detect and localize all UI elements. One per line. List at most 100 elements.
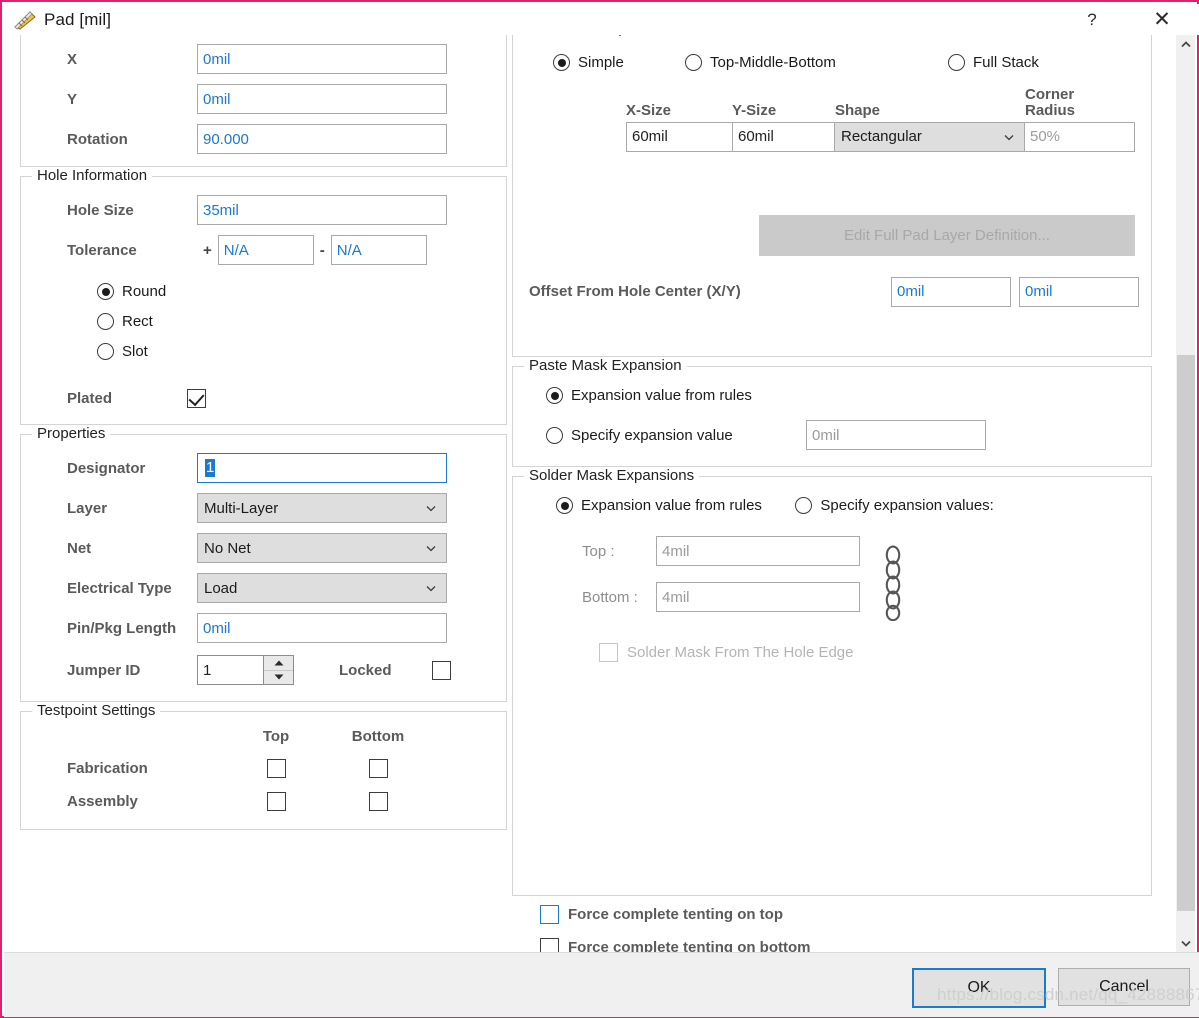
dialog-scroll-content: Location X Y Rotation	[4, 35, 1181, 952]
offset-y-input[interactable]	[1019, 276, 1139, 307]
force-tenting-bottom-row[interactable]: Force complete tenting on bottom	[540, 938, 1152, 952]
solder-bottom-input[interactable]	[656, 582, 860, 612]
spin-up-icon[interactable]	[264, 656, 293, 671]
scroll-up-arrow-icon[interactable]	[1177, 35, 1195, 53]
layer-label: Layer	[67, 499, 108, 517]
locked-checkbox[interactable]	[431, 660, 451, 680]
hole-information-group: Hole Information Hole Size Tolerance + -	[20, 167, 507, 425]
paste-expansion-value-input[interactable]	[806, 420, 986, 450]
dialog-footer: OK Cancel	[4, 952, 1199, 1017]
cancel-button[interactable]: Cancel	[1058, 968, 1190, 1006]
hole-size-label: Hole Size	[67, 201, 134, 219]
rotation-input[interactable]	[197, 124, 447, 154]
plated-label: Plated	[67, 390, 113, 407]
size-mode-top-middle-bottom[interactable]: Top-Middle-Bottom	[685, 54, 948, 71]
shape-value: Rectangular	[841, 128, 922, 145]
force-tenting-top-row[interactable]: Force complete tenting on top	[540, 905, 1152, 924]
jumper-id-row: Jumper ID 1 Locked	[35, 655, 492, 685]
properties-group-label: Properties	[32, 425, 111, 442]
y-input[interactable]	[197, 84, 447, 114]
designator-row: Designator 1	[35, 453, 492, 483]
testpoint-fabrication-row: Fabrication	[35, 759, 492, 778]
solder-bottom-label: Bottom :	[582, 588, 638, 606]
spin-down-icon[interactable]	[264, 670, 293, 684]
paste-specify-expansion-value[interactable]: Specify expansion value	[546, 426, 806, 444]
hole-shape-rect-label: Rect	[122, 313, 153, 330]
plated-checkbox[interactable]	[187, 389, 206, 408]
solder-mask-from-hole-edge-label: Solder Mask From The Hole Edge	[627, 644, 854, 661]
hole-shape-round-label: Round	[122, 283, 167, 300]
tolerance-plus-input[interactable]	[217, 235, 314, 265]
ok-button[interactable]: OK	[912, 968, 1046, 1008]
paste-mask-expansion-group-label: Paste Mask Expansion	[524, 357, 687, 374]
paste-mask-expansion-group: Paste Mask Expansion Expansion value fro…	[512, 357, 1152, 467]
help-button[interactable]: ?	[1069, 4, 1115, 35]
offset-from-hole-center-label: Offset From Hole Center (X/Y)	[529, 283, 741, 300]
corner-radius-input[interactable]	[1025, 121, 1135, 152]
testpoint-assembly-top-checkbox[interactable]	[266, 792, 286, 811]
location-rotation-row: Rotation	[35, 124, 492, 154]
scrollbar-thumb[interactable]	[1177, 355, 1195, 911]
solder-specify-expansion-values[interactable]: Specify expansion values:	[766, 497, 994, 514]
scroll-down-arrow-icon[interactable]	[1177, 934, 1195, 952]
layer-dropdown[interactable]: Multi-Layer	[197, 493, 447, 523]
solder-top-input[interactable]	[656, 536, 860, 566]
radio-dot-solder-from-rules	[556, 497, 573, 514]
tolerance-label: Tolerance	[67, 241, 137, 259]
hole-shape-rect[interactable]: Rect	[97, 313, 153, 330]
hole-shape-slot[interactable]: Slot	[97, 343, 148, 360]
x-input[interactable]	[197, 44, 447, 74]
jumper-id-spin-buttons	[263, 656, 293, 684]
testpoint-assembly-bottom-checkbox[interactable]	[368, 792, 388, 811]
net-value: No Net	[204, 539, 251, 557]
tolerance-minus-input[interactable]	[330, 235, 427, 265]
shape-dropdown[interactable]: Rectangular	[835, 121, 1025, 152]
electrical-type-dropdown[interactable]: Load	[197, 573, 447, 603]
designator-input[interactable]	[197, 453, 447, 483]
close-button[interactable]: ✕	[1139, 4, 1185, 35]
force-tenting-top-checkbox[interactable]	[540, 905, 559, 924]
edit-full-pad-layer-definition-button[interactable]: Edit Full Pad Layer Definition...	[759, 214, 1135, 256]
tolerance-minus-sign: -	[319, 241, 325, 259]
offset-from-hole-center-row: Offset From Hole Center (X/Y)	[529, 276, 1139, 307]
solder-expansion-from-rules[interactable]: Expansion value from rules	[527, 497, 762, 514]
pin-pkg-length-input[interactable]	[197, 613, 447, 643]
solder-mask-from-hole-edge-row[interactable]: Solder Mask From The Hole Edge	[527, 643, 1137, 662]
chain-link-icon[interactable]	[880, 545, 906, 622]
radio-dot-paste-specify	[546, 426, 563, 444]
title-bar: Pad [mil] ? ✕	[4, 4, 1199, 35]
solder-expansion-from-rules-label: Expansion value from rules	[581, 497, 762, 514]
hole-shape-round[interactable]: Round	[97, 283, 166, 300]
jumper-id-stepper[interactable]: 1	[197, 655, 294, 685]
radio-dot-rect	[97, 313, 114, 330]
testpoint-assembly-top-cell	[225, 792, 327, 811]
testpoint-fabrication-top-checkbox[interactable]	[266, 759, 286, 778]
force-tenting-bottom-checkbox[interactable]	[540, 938, 559, 952]
radio-dot-slot	[97, 343, 114, 360]
size-mode-full-stack[interactable]: Full Stack	[948, 54, 1039, 71]
ruler-icon	[14, 10, 36, 30]
tolerance-plus-sign: +	[203, 241, 212, 259]
size-table-row: Rectangular	[626, 121, 1137, 152]
left-column: Location X Y Rotation	[20, 35, 507, 839]
pin-pkg-length-label: Pin/Pkg Length	[67, 619, 177, 637]
testpoint-fabrication-bottom-checkbox[interactable]	[368, 759, 388, 778]
paste-specify-expansion-value-label: Specify expansion value	[571, 426, 733, 444]
hole-size-input[interactable]	[197, 195, 447, 225]
vertical-scrollbar[interactable]	[1176, 35, 1195, 952]
y-size-input[interactable]	[732, 121, 835, 152]
net-dropdown[interactable]: No Net	[197, 533, 447, 563]
size-mode-full-stack-label: Full Stack	[973, 54, 1039, 71]
paste-expansion-from-rules[interactable]: Expansion value from rules	[546, 387, 806, 404]
size-mode-simple[interactable]: Simple	[527, 54, 685, 71]
x-size-input[interactable]	[626, 121, 732, 152]
offset-x-input[interactable]	[891, 276, 1011, 307]
right-column: Size and Shape Simple Top-Middle-Bottom	[512, 35, 1152, 952]
location-x-row: X	[35, 44, 492, 74]
x-label: X	[67, 50, 78, 68]
testpoint-settings-group: Testpoint Settings Top Bottom Fabricatio…	[20, 702, 507, 830]
solder-mask-from-hole-edge-checkbox[interactable]	[599, 643, 618, 662]
size-mode-radios: Simple Top-Middle-Bottom Full Stack	[527, 54, 1137, 71]
testpoint-col-bottom: Bottom	[351, 728, 405, 745]
net-label: Net	[67, 539, 92, 557]
